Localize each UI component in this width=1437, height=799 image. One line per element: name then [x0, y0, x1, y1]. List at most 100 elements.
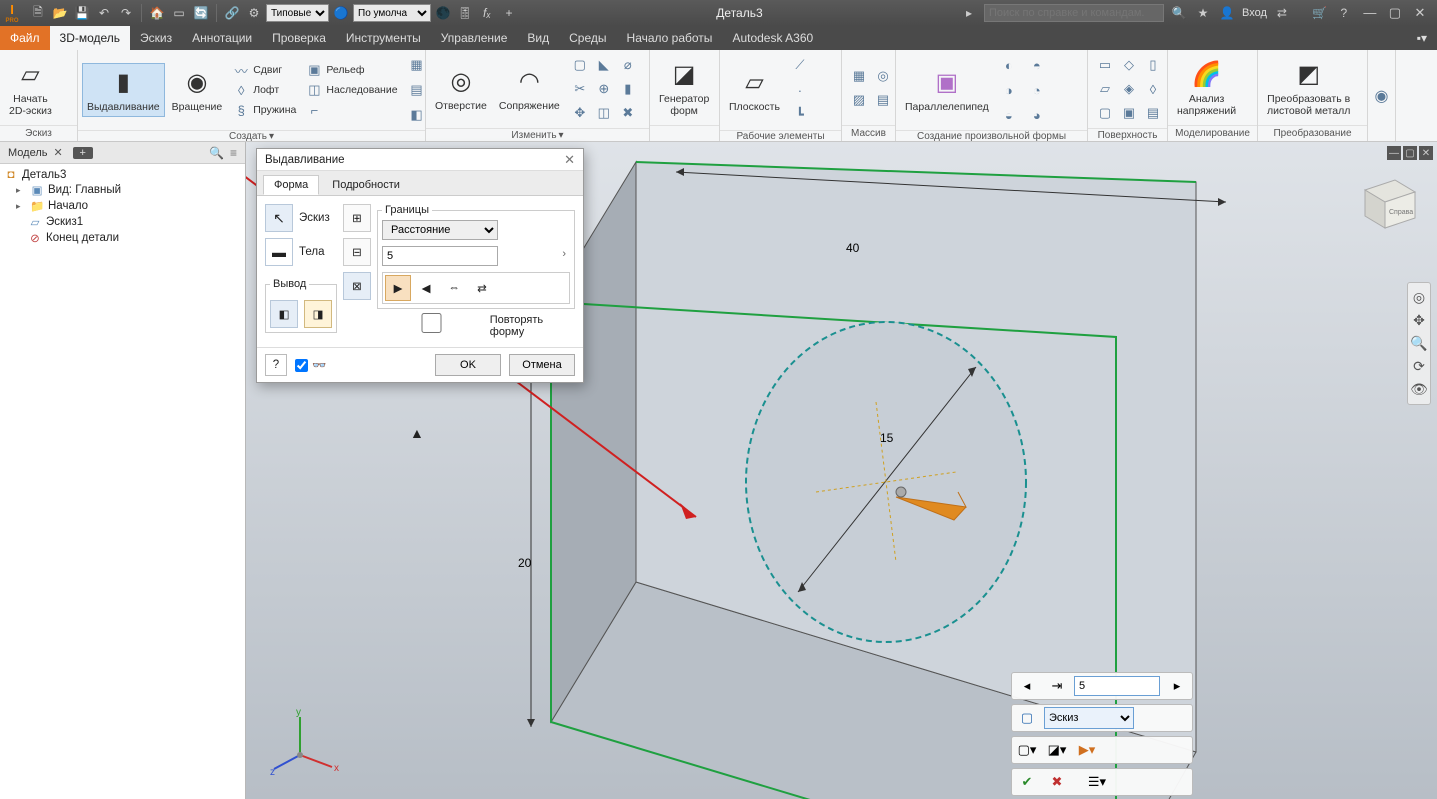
- output-surface-button[interactable]: ◨: [304, 300, 332, 328]
- nav-pan-icon[interactable]: ✥: [1413, 312, 1425, 329]
- plane-button[interactable]: ▱Плоскость: [724, 63, 785, 117]
- dialog-tab-more[interactable]: Подробности: [321, 175, 411, 195]
- browser-close-icon[interactable]: ✕: [53, 146, 62, 159]
- dialog-cancel-button[interactable]: Отмена: [509, 354, 575, 376]
- tab-environments[interactable]: Среды: [559, 26, 616, 50]
- search-icon[interactable]: 🔍: [1170, 4, 1188, 22]
- tab-a360[interactable]: Autodesk A360: [722, 26, 823, 50]
- delete-icon[interactable]: ✖: [617, 102, 639, 124]
- surf5-icon[interactable]: ◈: [1118, 78, 1140, 100]
- user-icon[interactable]: 👤: [1218, 4, 1236, 22]
- point-icon[interactable]: ·: [789, 79, 811, 101]
- close-button[interactable]: ✕: [1409, 5, 1431, 21]
- mt-arrow-left-icon[interactable]: ◂: [1014, 675, 1040, 697]
- revolve-button[interactable]: ◉Вращение: [167, 63, 228, 117]
- adjust-icon[interactable]: 🎚: [455, 3, 475, 23]
- output-solid-button[interactable]: ◧: [270, 300, 298, 328]
- style-select[interactable]: Типовые: [266, 4, 329, 22]
- derive-button[interactable]: ◫Наследование: [302, 81, 401, 99]
- freeform-box-button[interactable]: ▣Параллелепипед: [900, 63, 994, 117]
- pattern-circ-icon[interactable]: ◎: [872, 65, 894, 87]
- draft-icon[interactable]: ◣: [593, 54, 615, 76]
- sweep-button[interactable]: 〰Сдвиг: [229, 61, 300, 79]
- surf7-icon[interactable]: ▢: [1094, 102, 1116, 124]
- redo-icon[interactable]: ↷: [116, 3, 136, 23]
- mt-distance-input[interactable]: [1074, 676, 1160, 696]
- ucs-icon[interactable]: ┗: [789, 104, 811, 126]
- fillet-button[interactable]: ◠Сопряжение: [494, 62, 565, 116]
- emboss-button[interactable]: ▣Рельеф: [302, 61, 401, 79]
- dir-symmetric-button[interactable]: ⇔: [441, 275, 467, 301]
- browser-search-icon[interactable]: 🔍: [209, 146, 224, 160]
- extents-type-select[interactable]: Расстояние: [382, 220, 498, 240]
- mirror-icon[interactable]: ▨: [848, 89, 870, 111]
- mt-distance-icon[interactable]: ⇥: [1044, 675, 1070, 697]
- undo-icon[interactable]: ↶: [94, 3, 114, 23]
- open-icon[interactable]: 📂: [50, 3, 70, 23]
- tab-annotate[interactable]: Аннотации: [182, 26, 262, 50]
- thicken-icon[interactable]: ▮: [617, 78, 639, 100]
- tree-end-of-part[interactable]: ⊘Конец детали: [4, 230, 241, 246]
- update-icon[interactable]: 🔄: [191, 3, 211, 23]
- material-select[interactable]: По умолча: [353, 4, 431, 22]
- nav-zoom-icon[interactable]: 🔍: [1410, 335, 1427, 352]
- nav-orbit-icon[interactable]: ⟳: [1413, 358, 1425, 375]
- surf1-icon[interactable]: ▭: [1094, 54, 1116, 76]
- tab-file[interactable]: Файл: [0, 26, 50, 50]
- dir-asymmetric-button[interactable]: ⇄: [469, 275, 495, 301]
- dialog-tab-shape[interactable]: Форма: [263, 175, 319, 195]
- ff2-icon[interactable]: ◑: [998, 79, 1020, 101]
- move-icon[interactable]: ✥: [569, 102, 591, 124]
- coil-button[interactable]: §Пружина: [229, 101, 300, 119]
- rib-button[interactable]: ⌐: [302, 101, 401, 119]
- mt-direction-icon[interactable]: ▶▾: [1074, 739, 1100, 761]
- pick-profile-button[interactable]: ↖: [265, 204, 293, 232]
- op-join-button[interactable]: ⊞: [343, 204, 371, 232]
- op-cut-button[interactable]: ⊟: [343, 238, 371, 266]
- tab-3d-model[interactable]: 3D-модель: [50, 26, 131, 50]
- ff5-icon[interactable]: ◔: [1026, 79, 1048, 101]
- tab-manage[interactable]: Управление: [431, 26, 518, 50]
- dir-positive-button[interactable]: ▶: [385, 275, 411, 301]
- start-2d-sketch-button[interactable]: ▱Начать 2D-эскиз: [4, 55, 57, 120]
- help-icon[interactable]: ?: [1335, 4, 1353, 22]
- dialog-resize-caret[interactable]: ▲: [410, 425, 424, 441]
- op-intersect-button[interactable]: ⊠: [343, 272, 371, 300]
- tab-tools[interactable]: Инструменты: [336, 26, 431, 50]
- split-icon[interactable]: ✂: [569, 78, 591, 100]
- dialog-preview-checkbox[interactable]: [295, 359, 308, 372]
- shell-icon[interactable]: ▢: [569, 54, 591, 76]
- plus-icon[interactable]: +: [499, 3, 519, 23]
- select-icon[interactable]: ▭: [169, 3, 189, 23]
- mt-profile-select[interactable]: Эскиз: [1044, 707, 1134, 729]
- maximize-button[interactable]: ▢: [1384, 5, 1406, 21]
- exchange-icon[interactable]: ⇄: [1273, 4, 1291, 22]
- dialog-help-button[interactable]: ?: [265, 354, 287, 376]
- tab-sketch[interactable]: Эскиз: [130, 26, 182, 50]
- nav-wheel-icon[interactable]: ◎: [1413, 289, 1425, 306]
- pattern-rect-icon[interactable]: ▦: [848, 65, 870, 87]
- login-link[interactable]: Вход: [1242, 7, 1267, 19]
- tab-inspect[interactable]: Проверка: [262, 26, 336, 50]
- ff3-icon[interactable]: ◒: [998, 104, 1020, 126]
- ff1-icon[interactable]: ◐: [998, 54, 1020, 76]
- ribbon-overflow-icon[interactable]: ◉: [1375, 86, 1389, 106]
- viewcube[interactable]: Справа: [1353, 170, 1417, 234]
- mt-profile-icon[interactable]: ▢: [1014, 707, 1040, 729]
- mt-ok-button[interactable]: ✔: [1014, 771, 1040, 793]
- play-icon[interactable]: ▸: [960, 4, 978, 22]
- surf4-icon[interactable]: ▱: [1094, 78, 1116, 100]
- new-icon[interactable]: 🗎: [28, 3, 48, 23]
- tree-root[interactable]: ◘Деталь3: [4, 168, 241, 182]
- link-icon[interactable]: 🔗: [222, 3, 242, 23]
- surf2-icon[interactable]: ◇: [1118, 54, 1140, 76]
- mt-operation-icon[interactable]: ◪▾: [1044, 739, 1070, 761]
- surf8-icon[interactable]: ▣: [1118, 102, 1140, 124]
- mt-output-icon[interactable]: ▢▾: [1014, 739, 1040, 761]
- tree-view[interactable]: ▸▣Вид: Главный: [4, 182, 241, 198]
- stress-analysis-button[interactable]: 🌈Анализ напряжений: [1172, 55, 1241, 120]
- tree-sketch1[interactable]: ▱Эскиз1: [4, 214, 241, 230]
- browser-add-tab[interactable]: +: [73, 147, 93, 159]
- appearance-icon[interactable]: 🌑: [433, 3, 453, 23]
- ribbon-expand-icon[interactable]: ▪▾: [1407, 26, 1437, 50]
